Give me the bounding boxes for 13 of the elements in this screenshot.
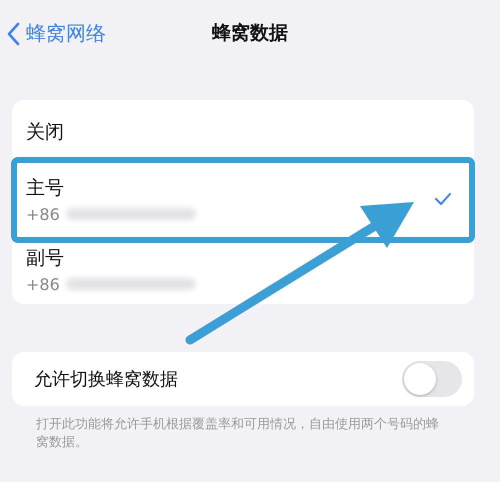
option-label: 关闭 [26, 120, 64, 145]
back-chevron-icon [6, 22, 20, 46]
footnote-text: 打开此功能将允许手机根据覆盖率和可用情况，自由使用两个号码的蜂窝数据。 [36, 416, 440, 452]
switch-label: 允许切换蜂窝数据 [34, 368, 178, 391]
option-label: 主号 [26, 176, 65, 200]
option-row[interactable]: 关闭 [26, 100, 460, 164]
toggle-switch[interactable] [402, 361, 462, 397]
phone-prefix: +86 [26, 204, 60, 224]
option-row[interactable]: 主号 +86 [26, 164, 460, 234]
option-row[interactable]: 副号 +86 [26, 234, 460, 304]
page-title: 蜂窝数据 [212, 21, 288, 46]
option-label: 副号 [26, 246, 65, 270]
phone-prefix: +86 [26, 274, 60, 294]
